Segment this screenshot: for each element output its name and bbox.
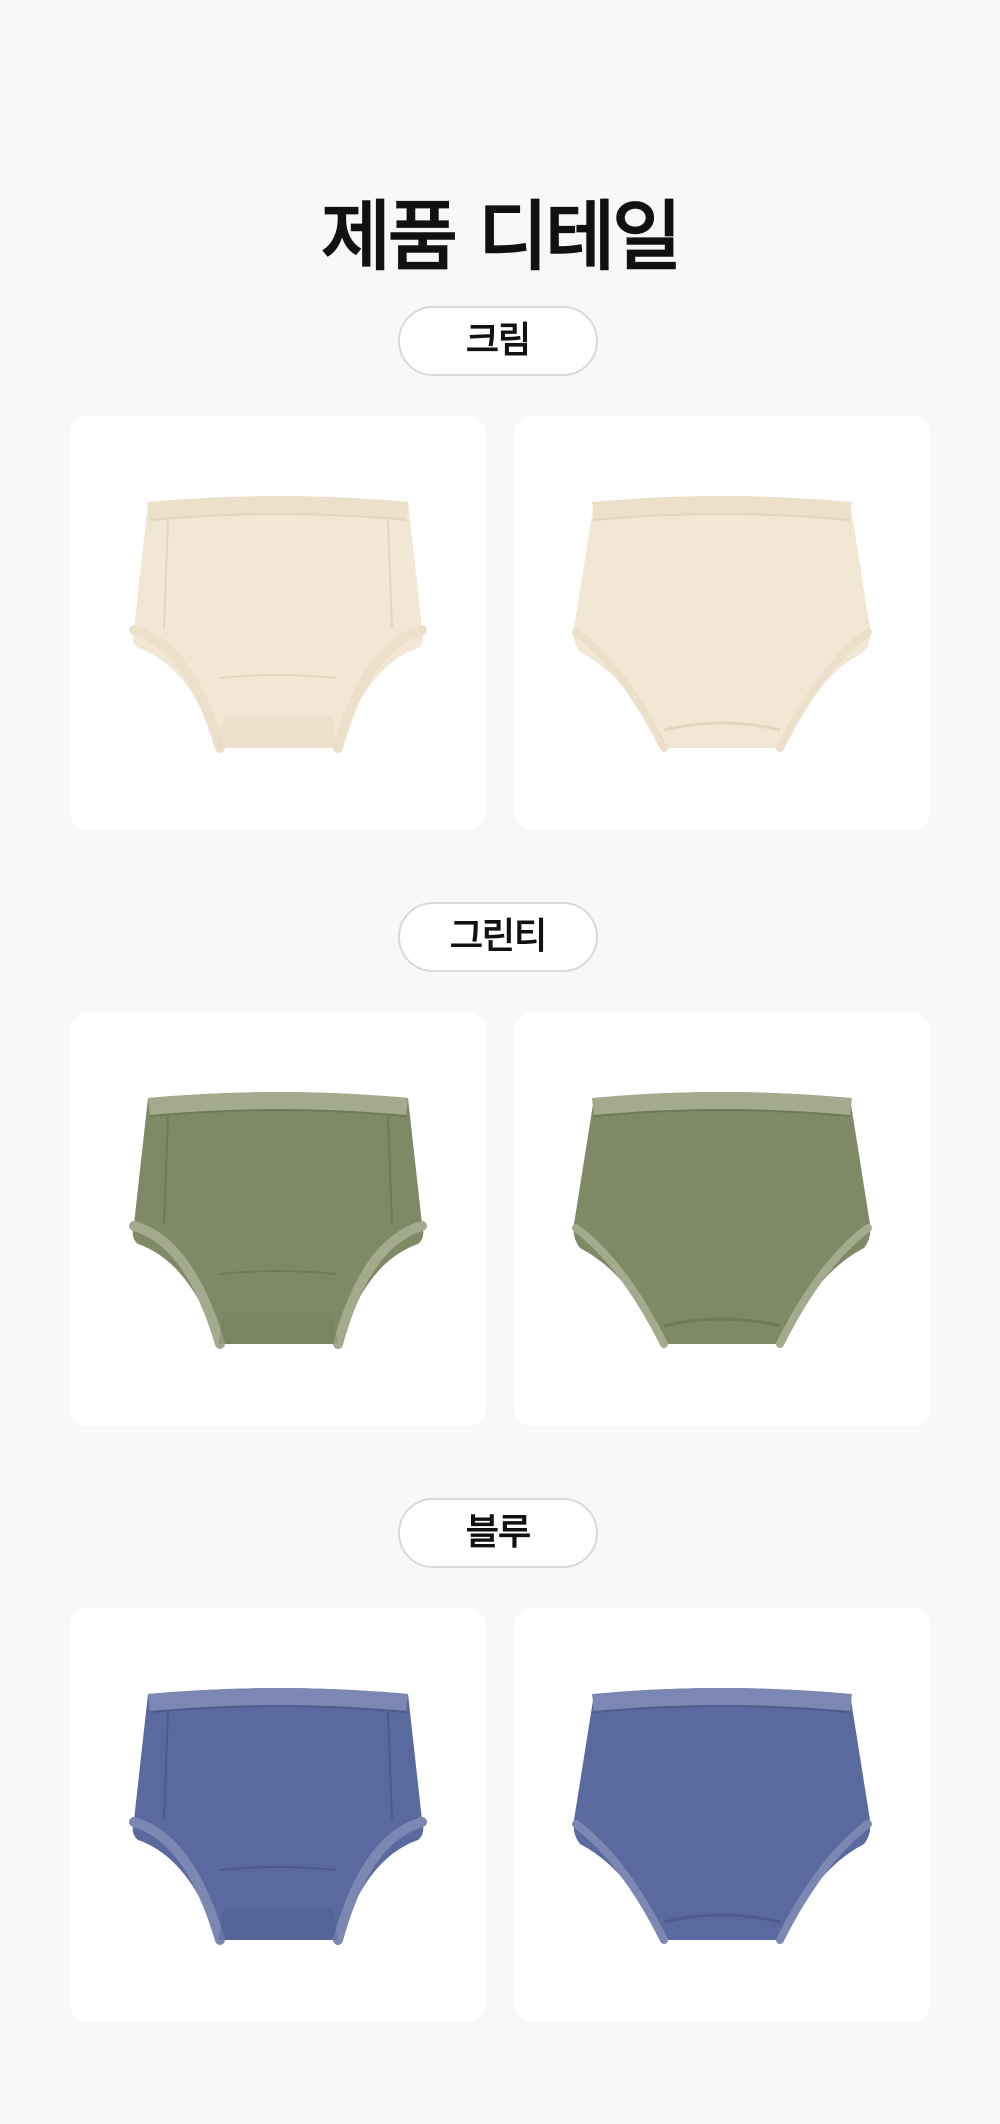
underwear-back-image [572, 496, 872, 752]
page-title: 제품 디테일 [320, 191, 682, 281]
color-label-pill: 그린티 [398, 902, 598, 972]
color-section-blue: 블루 [0, 1498, 1000, 2022]
color-section-cream: 크림 [0, 306, 1000, 830]
product-image-card-back[interactable] [514, 1608, 930, 2022]
product-image-card-front[interactable] [70, 416, 486, 830]
underwear-front-image [129, 1688, 427, 1945]
underwear-front-image [129, 496, 427, 753]
underwear-back-image [572, 1092, 872, 1348]
product-image-card-front[interactable] [70, 1012, 486, 1426]
product-image-card-back[interactable] [514, 1012, 930, 1426]
underwear-front-image [129, 1092, 427, 1349]
underwear-back-image [572, 1688, 872, 1944]
product-image-card-front[interactable] [70, 1608, 486, 2022]
color-label-pill: 블루 [398, 1498, 598, 1568]
color-section-greentea: 그린티 [0, 902, 1000, 1426]
color-label-pill: 크림 [398, 306, 598, 376]
product-image-card-back[interactable] [514, 416, 930, 830]
